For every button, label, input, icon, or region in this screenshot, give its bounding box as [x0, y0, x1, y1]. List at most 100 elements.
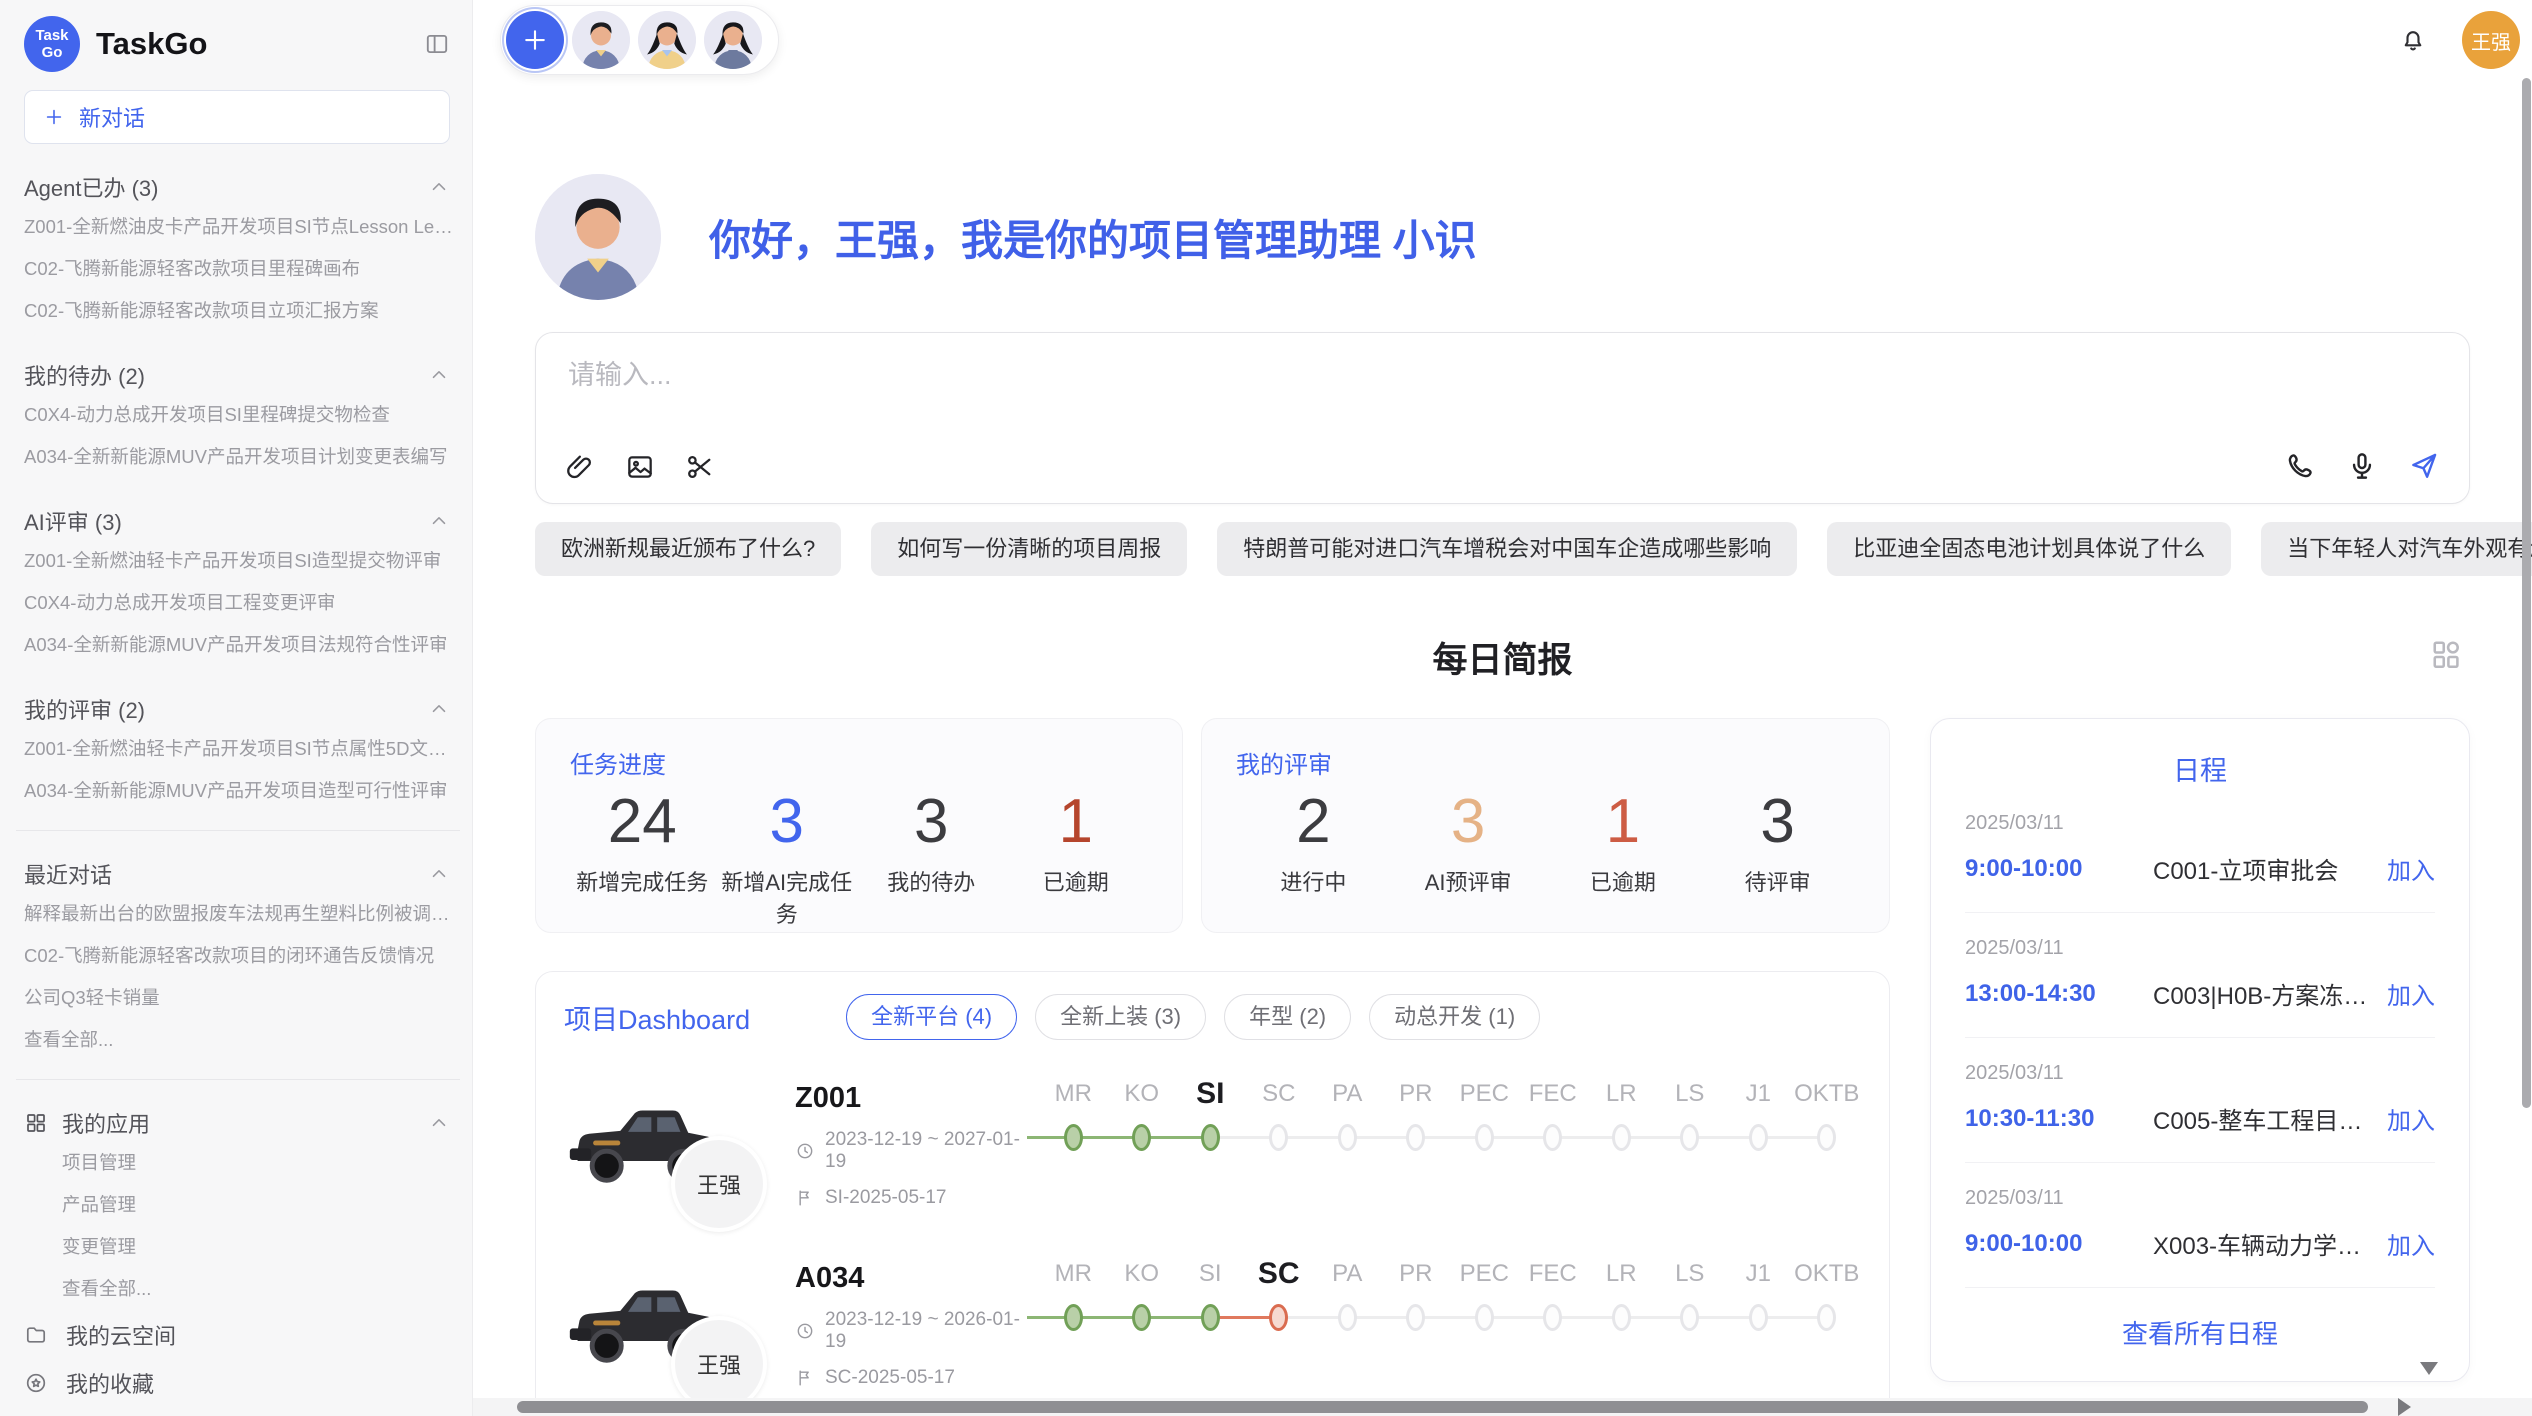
schedule-item[interactable]: 2025/03/119:00-10:00X003-车辆动力学性能验...加入	[1965, 1163, 2435, 1288]
avatar-woman-long-hair[interactable]	[638, 11, 696, 69]
milestone-LS[interactable]: LS	[1656, 1074, 1725, 1154]
project-row[interactable]: 王强Z0012023-12-19 ~ 2027-01-19SI-2025-05-…	[564, 1070, 1861, 1220]
milestone-dot	[1338, 1124, 1357, 1151]
sidebar-task-item[interactable]: Z001-全新燃油轻卡产品开发项目SI节点属性5D文件评审	[24, 728, 462, 770]
milestone-LS[interactable]: LS	[1656, 1254, 1725, 1334]
avatar-woman-bun[interactable]	[704, 11, 762, 69]
schedule-item[interactable]: 2025/03/119:00-10:00C001-立项审批会加入	[1965, 788, 2435, 913]
suggestion-chip[interactable]: 如何写一份清晰的项目周报	[871, 522, 1187, 576]
sidebar-task-item[interactable]: C0X4-动力总成开发项目SI里程碑提交物检查	[24, 394, 462, 436]
project-row[interactable]: 王强A0342023-12-19 ~ 2026-01-19SC-2025-05-…	[564, 1250, 1861, 1400]
milestone-OKTB[interactable]: OKTB	[1793, 1074, 1862, 1154]
sidebar-section-header[interactable]: 我的评审 (2)	[24, 690, 462, 728]
milestone-SC[interactable]: SC	[1245, 1254, 1314, 1334]
sidebar-recent-item[interactable]: 查看全部...	[24, 1019, 462, 1061]
milestone-KO[interactable]: KO	[1108, 1074, 1177, 1154]
image-icon[interactable]	[624, 451, 656, 483]
dashboard-filter-pill[interactable]: 年型 (2)	[1224, 994, 1351, 1040]
grid-small-icon[interactable]	[2428, 636, 2464, 672]
suggestion-chip[interactable]: 特朗普可能对进口汽车增税会对中国车企造成哪些影响	[1217, 522, 1797, 576]
sidebar-app-item[interactable]: 查看全部...	[24, 1268, 462, 1310]
schedule-item[interactable]: 2025/03/1113:00-14:30C003|H0B-方案冻结评审加入	[1965, 913, 2435, 1038]
panel-icon[interactable]	[424, 31, 450, 57]
milestone-label: LS	[1656, 1074, 1725, 1114]
dashboard-filter-pill[interactable]: 全新平台 (4)	[846, 994, 1017, 1040]
mic-icon[interactable]	[2345, 449, 2379, 483]
sidebar-task-item[interactable]: C0X4-动力总成开发项目工程变更评审	[24, 582, 462, 624]
sidebar-section-header-recent[interactable]: 最近对话	[24, 855, 462, 893]
milestone-FEC[interactable]: FEC	[1519, 1074, 1588, 1154]
sidebar-sections: Agent已办 (3)Z001-全新燃油皮卡产品开发项目SI节点Lesson L…	[24, 168, 462, 812]
dashboard-filters: 全新平台 (4) 全新上装 (3) 年型 (2) 动总开发 (1)	[846, 994, 1540, 1040]
milestone-OKTB[interactable]: OKTB	[1793, 1254, 1862, 1334]
schedule-name: X003-车辆动力学性能验...	[2153, 1226, 2373, 1261]
message-input[interactable]	[566, 359, 2439, 392]
milestone-KO[interactable]: KO	[1108, 1254, 1177, 1334]
milestone-SC[interactable]: SC	[1245, 1074, 1314, 1154]
sidebar-task-item[interactable]: A034-全新新能源MUV产品开发项目造型可行性评审	[24, 770, 462, 812]
new-chat-button[interactable]: 新对话	[24, 90, 450, 144]
join-meeting-link[interactable]: 加入	[2387, 1101, 2435, 1136]
sidebar-app-item[interactable]: 变更管理	[24, 1226, 462, 1268]
avatar-man[interactable]	[572, 11, 630, 69]
milestone-PEC[interactable]: PEC	[1450, 1074, 1519, 1154]
milestone-PA[interactable]: PA	[1313, 1254, 1382, 1334]
sidebar-task-item[interactable]: A034-全新新能源MUV产品开发项目法规符合性评审	[24, 624, 462, 666]
sidebar-recent-item[interactable]: 公司Q3轻卡销量	[24, 977, 462, 1019]
milestone-dot	[1475, 1124, 1494, 1151]
suggestion-chip[interactable]: 比亚迪全固态电池计划具体说了什么	[1827, 522, 2231, 576]
milestone-PR[interactable]: PR	[1382, 1074, 1451, 1154]
sidebar-section-header[interactable]: 我的待办 (2)	[24, 356, 462, 394]
sidebar-section-header-apps[interactable]: 我的应用	[24, 1104, 462, 1142]
scroll-down-button[interactable]	[2420, 1362, 2438, 1375]
sidebar-section-header[interactable]: Agent已办 (3)	[24, 168, 462, 206]
vertical-scrollbar-thumb[interactable]	[2522, 78, 2531, 1108]
milestone-LR[interactable]: LR	[1587, 1254, 1656, 1334]
milestone-PA[interactable]: PA	[1313, 1074, 1382, 1154]
session-avatar-pill	[500, 5, 779, 75]
milestone-PR[interactable]: PR	[1382, 1254, 1451, 1334]
join-meeting-link[interactable]: 加入	[2387, 1226, 2435, 1261]
sidebar-item-favorites[interactable]: 我的收藏	[24, 1360, 462, 1406]
milestone-J1[interactable]: J1	[1724, 1074, 1793, 1154]
sidebar-item-cloud-space[interactable]: 我的云空间	[24, 1312, 462, 1358]
user-avatar[interactable]: 王强	[2462, 11, 2520, 69]
join-meeting-link[interactable]: 加入	[2387, 851, 2435, 886]
bell-icon[interactable]	[2398, 25, 2428, 55]
sidebar-task-item[interactable]: Z001-全新燃油轻卡产品开发项目SI造型提交物评审	[24, 540, 462, 582]
schedule-item[interactable]: 2025/03/1110:30-11:30C005-整车工程目标评审加入	[1965, 1038, 2435, 1163]
join-meeting-link[interactable]: 加入	[2387, 976, 2435, 1011]
sidebar-section-header[interactable]: AI评审 (3)	[24, 502, 462, 540]
milestone-MR[interactable]: MR	[1039, 1254, 1108, 1334]
sidebar-task-item[interactable]: Z001-全新燃油皮卡产品开发项目SI节点Lesson Learn报告	[24, 206, 462, 248]
scroll-right-button[interactable]	[2398, 1398, 2411, 1416]
sidebar-app-item[interactable]: 产品管理	[24, 1184, 462, 1226]
horizontal-scrollbar-thumb[interactable]	[517, 1401, 2368, 1413]
sidebar-recent-item[interactable]: C02-飞腾新能源轻客改款项目的闭环通告反馈情况	[24, 935, 462, 977]
phone-icon[interactable]	[2283, 449, 2317, 483]
milestone-FEC[interactable]: FEC	[1519, 1254, 1588, 1334]
paperclip-icon[interactable]	[564, 451, 596, 483]
milestone-SI[interactable]: SI	[1176, 1254, 1245, 1334]
send-icon[interactable]	[2407, 449, 2441, 483]
suggestion-chip[interactable]: 欧洲新规最近颁布了什么?	[535, 522, 841, 576]
flag-icon	[795, 1368, 815, 1388]
milestone-PEC[interactable]: PEC	[1450, 1254, 1519, 1334]
sidebar-task-item[interactable]: C02-飞腾新能源轻客改款项目里程碑画布	[24, 248, 462, 290]
view-all-schedule-link[interactable]: 查看所有日程	[1965, 1288, 2435, 1371]
milestone-J1[interactable]: J1	[1724, 1254, 1793, 1334]
add-session-button[interactable]	[506, 11, 564, 69]
sidebar-task-item[interactable]: A034-全新新能源MUV产品开发项目计划变更表编写	[24, 436, 462, 478]
milestone-MR[interactable]: MR	[1039, 1074, 1108, 1154]
suggestion-chip[interactable]: 当下年轻人对汽车外观有怎样的喜好趋势	[2261, 522, 2532, 576]
dashboard-filter-pill[interactable]: 全新上装 (3)	[1035, 994, 1206, 1040]
scissors-icon[interactable]	[684, 451, 716, 483]
milestone-SI[interactable]: SI	[1176, 1074, 1245, 1154]
sidebar-task-item[interactable]: C02-飞腾新能源轻客改款项目立项汇报方案	[24, 290, 462, 332]
sidebar-app-item[interactable]: 项目管理	[24, 1142, 462, 1184]
sidebar-recent-item[interactable]: 解释最新出台的欧盟报废车法规再生塑料比例被调至15%...	[24, 893, 462, 935]
schedule-date: 2025/03/11	[1965, 812, 2435, 835]
clock-icon	[795, 1141, 815, 1161]
milestone-LR[interactable]: LR	[1587, 1074, 1656, 1154]
dashboard-filter-pill[interactable]: 动总开发 (1)	[1369, 994, 1540, 1040]
